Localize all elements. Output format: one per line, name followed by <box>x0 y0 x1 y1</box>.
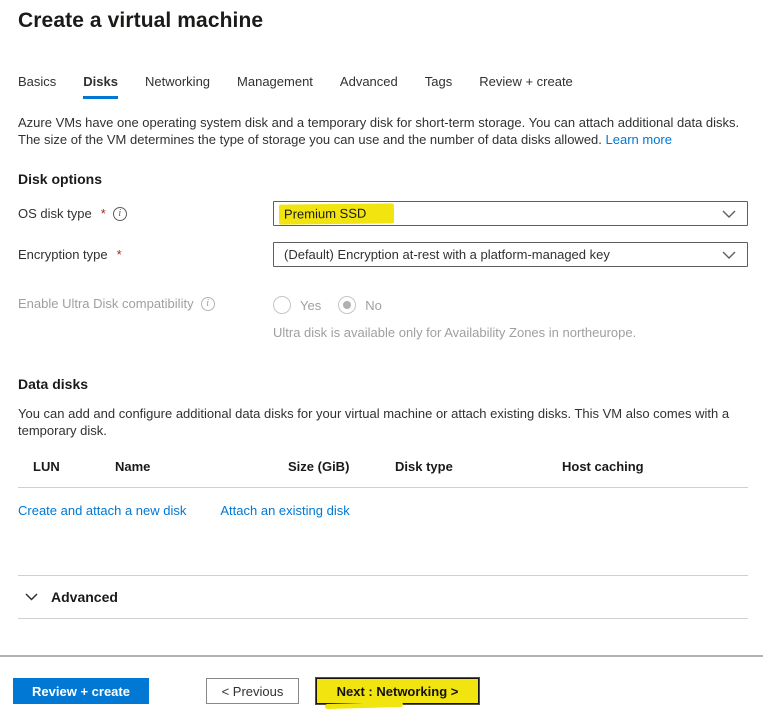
advanced-section-toggle[interactable]: Advanced <box>18 576 748 618</box>
data-disks-description: You can add and configure additional dat… <box>18 405 748 439</box>
required-asterisk: * <box>101 206 106 221</box>
intro-text: Azure VMs have one operating system disk… <box>18 114 748 148</box>
info-icon[interactable]: i <box>201 297 215 311</box>
ultra-disk-row: Enable Ultra Disk compatibility i Yes No… <box>18 296 748 340</box>
tab-disks[interactable]: Disks <box>83 74 118 99</box>
column-header-size: Size (GiB) <box>288 459 395 474</box>
ultra-disk-field: Yes No Ultra disk is available only for … <box>273 296 748 340</box>
data-disks-heading: Data disks <box>18 376 748 392</box>
os-disk-type-label: OS disk type <box>18 206 92 221</box>
os-disk-type-row: OS disk type * i Premium SSD <box>18 201 748 226</box>
data-disks-table-header: LUN Name Size (GiB) Disk type Host cachi… <box>18 450 748 488</box>
required-asterisk: * <box>117 247 122 262</box>
os-disk-type-dropdown[interactable]: Premium SSD <box>273 201 748 226</box>
ultra-disk-radio-group: Yes No <box>273 296 748 314</box>
column-header-name: Name <box>115 459 288 474</box>
chevron-down-icon <box>722 251 736 259</box>
column-header-disk-type: Disk type <box>395 459 562 474</box>
radio-checked-icon[interactable] <box>338 296 356 314</box>
review-create-button[interactable]: Review + create <box>13 678 149 704</box>
column-header-lun: LUN <box>33 459 115 474</box>
encryption-type-dropdown[interactable]: (Default) Encryption at-rest with a plat… <box>273 242 748 267</box>
ultra-disk-helper-text: Ultra disk is available only for Availab… <box>273 325 748 340</box>
ultra-disk-no-label: No <box>365 298 382 313</box>
encryption-type-value: (Default) Encryption at-rest with a plat… <box>284 247 610 262</box>
chevron-down-icon <box>25 593 38 601</box>
radio-unchecked-icon[interactable] <box>273 296 291 314</box>
tab-tags[interactable]: Tags <box>425 74 452 99</box>
os-disk-type-field: Premium SSD <box>273 201 748 226</box>
previous-button[interactable]: < Previous <box>206 678 299 704</box>
tab-basics[interactable]: Basics <box>18 74 56 99</box>
ultra-disk-label-group: Enable Ultra Disk compatibility i <box>18 296 273 311</box>
ultra-disk-yes-label: Yes <box>300 298 321 313</box>
tab-review-create[interactable]: Review + create <box>479 74 573 99</box>
advanced-section-label: Advanced <box>51 589 118 605</box>
learn-more-link[interactable]: Learn more <box>606 132 672 147</box>
encryption-type-field: (Default) Encryption at-rest with a plat… <box>273 242 748 267</box>
tab-advanced[interactable]: Advanced <box>340 74 398 99</box>
footer-bar: Review + create < Previous Next : Networ… <box>0 655 763 704</box>
create-attach-new-disk-link[interactable]: Create and attach a new disk <box>18 503 186 518</box>
page-title: Create a virtual machine <box>18 0 748 33</box>
ultra-disk-option-no[interactable]: No <box>338 296 382 314</box>
next-networking-button[interactable]: Next : Networking > <box>316 678 479 704</box>
encryption-type-row: Encryption type * (Default) Encryption at… <box>18 242 748 267</box>
attach-existing-disk-link[interactable]: Attach an existing disk <box>220 503 349 518</box>
data-disks-links: Create and attach a new disk Attach an e… <box>18 503 748 518</box>
encryption-type-label-group: Encryption type * <box>18 247 273 262</box>
os-disk-type-value: Premium SSD <box>279 203 395 224</box>
create-vm-page: Create a virtual machine Basics Disks Ne… <box>0 0 763 723</box>
tab-management[interactable]: Management <box>237 74 313 99</box>
ultra-disk-option-yes[interactable]: Yes <box>273 296 321 314</box>
os-disk-type-label-group: OS disk type * i <box>18 206 273 221</box>
divider <box>18 618 748 619</box>
tab-networking[interactable]: Networking <box>145 74 210 99</box>
column-header-host-caching: Host caching <box>562 459 748 474</box>
info-icon[interactable]: i <box>113 207 127 221</box>
tab-bar: Basics Disks Networking Management Advan… <box>18 74 748 99</box>
encryption-type-label: Encryption type <box>18 247 108 262</box>
chevron-down-icon <box>722 210 736 218</box>
footer-buttons: Review + create < Previous Next : Networ… <box>13 678 763 704</box>
disk-options-heading: Disk options <box>18 171 748 187</box>
ultra-disk-label: Enable Ultra Disk compatibility <box>18 296 194 311</box>
